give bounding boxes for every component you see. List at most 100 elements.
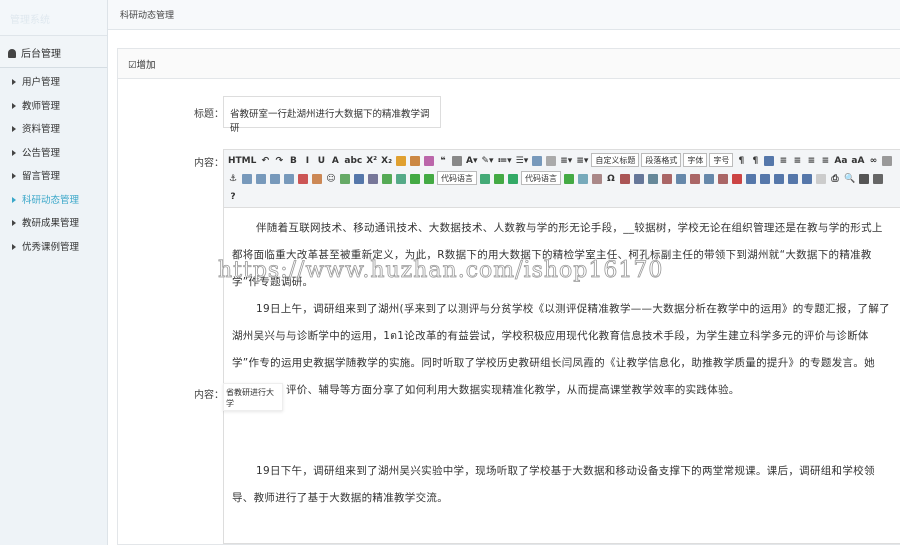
- format-match-icon[interactable]: [395, 152, 407, 169]
- image-float-none-icon[interactable]: [241, 170, 253, 187]
- cleardoc-icon[interactable]: [545, 152, 557, 169]
- justify-center-icon[interactable]: ≡: [791, 152, 803, 169]
- editor-body[interactable]: 伴随着互联网技术、移动通讯技术、大数据技术、人数教与学的形无论手段，__较据树，…: [224, 209, 900, 543]
- sidebar-item[interactable]: 优秀课例管理: [0, 236, 107, 260]
- customstyle-select[interactable]: 自定义标题: [591, 153, 640, 167]
- sidebar-item[interactable]: 公告管理: [0, 142, 107, 166]
- content-line: 19日下午，调研组来到了湖州吴兴实验中学，现场听取了学校基于大数据和移动设备支撑…: [256, 465, 875, 477]
- select-all-icon[interactable]: [531, 152, 543, 169]
- justify-left-icon[interactable]: ≡: [777, 152, 789, 169]
- ordered-list-icon[interactable]: ≔▾: [497, 152, 513, 169]
- code-language-select-2[interactable]: 代码语言: [521, 171, 561, 185]
- blockquote-icon[interactable]: ❝: [437, 152, 449, 169]
- subscript-icon[interactable]: X₂: [380, 152, 393, 169]
- map-icon[interactable]: [381, 170, 393, 187]
- print-icon[interactable]: ⎙: [829, 170, 841, 187]
- source-icon[interactable]: HTML: [227, 152, 257, 169]
- deletetable-icon[interactable]: [661, 170, 673, 187]
- image-left-icon[interactable]: [255, 170, 267, 187]
- insert-image-icon[interactable]: [297, 170, 309, 187]
- indent-icon[interactable]: [763, 152, 775, 169]
- clear-format-icon[interactable]: [409, 152, 421, 169]
- split-cols-icon[interactable]: [801, 170, 813, 187]
- rowspacing-bottom-icon[interactable]: ≡▾: [575, 152, 589, 169]
- sidebar-item[interactable]: 资料管理: [0, 118, 107, 142]
- sidebar-item[interactable]: 科研动态管理: [0, 189, 107, 213]
- sidebar-item[interactable]: 教研成果管理: [0, 212, 107, 236]
- scrawl-icon[interactable]: [339, 170, 351, 187]
- title-input[interactable]: 省教研室一行赴湖州进行大数据下的精准教学调研: [223, 96, 441, 134]
- template-icon[interactable]: [493, 170, 505, 187]
- search-replace-icon[interactable]: [858, 170, 870, 187]
- sidebar-item[interactable]: 用户管理: [0, 71, 107, 95]
- merge-right-icon[interactable]: [745, 170, 757, 187]
- code-language-select[interactable]: 代码语言: [437, 171, 477, 185]
- font-border-icon[interactable]: A: [329, 152, 341, 169]
- paragraph-select[interactable]: 段落格式: [641, 153, 682, 167]
- underline-icon[interactable]: U: [315, 152, 327, 169]
- superscript-icon[interactable]: X²: [365, 152, 378, 169]
- ltr-icon[interactable]: ¶: [735, 152, 747, 169]
- rowspacing-top-icon[interactable]: ≡▾: [559, 152, 573, 169]
- italic-icon[interactable]: I: [301, 152, 313, 169]
- autotypeset-icon[interactable]: [423, 152, 435, 169]
- redo-icon[interactable]: ↷: [273, 152, 285, 169]
- video-icon[interactable]: [353, 170, 365, 187]
- spechars-icon[interactable]: Ω: [605, 170, 617, 187]
- touppercase-icon[interactable]: Aa: [833, 152, 848, 169]
- merge-down-icon[interactable]: [759, 170, 771, 187]
- delete-row-icon[interactable]: [689, 170, 701, 187]
- image-right-icon[interactable]: [269, 170, 281, 187]
- date-icon[interactable]: [577, 170, 589, 187]
- paste-plain-icon[interactable]: [451, 152, 463, 169]
- code-icon[interactable]: [423, 170, 435, 187]
- attachment-icon[interactable]: [367, 170, 379, 187]
- inserttable-icon[interactable]: [647, 170, 659, 187]
- gmap-icon[interactable]: [395, 170, 407, 187]
- fontsize-select[interactable]: 字号: [709, 153, 734, 167]
- justify-full-icon[interactable]: ≡: [819, 152, 831, 169]
- help-icon[interactable]: ?: [227, 188, 239, 205]
- unordered-list-icon[interactable]: ☰▾: [515, 152, 530, 169]
- justify-right-icon[interactable]: ≡: [805, 152, 817, 169]
- forecolor-icon[interactable]: A▾: [465, 152, 478, 169]
- sidebar-section-header[interactable]: 后台管理: [0, 36, 107, 68]
- autocomplete-popup[interactable]: 省教研进行大学: [223, 383, 283, 411]
- link-icon[interactable]: ∞: [867, 152, 879, 169]
- wordimage-icon[interactable]: [619, 170, 631, 187]
- pagebreak-icon[interactable]: [479, 170, 491, 187]
- snapscreen-icon[interactable]: [633, 170, 645, 187]
- chart-icon[interactable]: [815, 170, 827, 187]
- content-line: 都将面临重大改革甚至被重新定义，为此，R数据下的用大数据下的精检学室主任、柯孔标…: [232, 249, 872, 261]
- delete-col-icon[interactable]: [717, 170, 729, 187]
- bold-icon[interactable]: B: [287, 152, 299, 169]
- rtl-icon[interactable]: ¶: [749, 152, 761, 169]
- horizontal-icon[interactable]: [563, 170, 575, 187]
- tolowercase-icon[interactable]: aA: [850, 152, 865, 169]
- select-all-icon-glyph: [532, 155, 543, 166]
- backcolor-icon[interactable]: ✎▾: [481, 152, 495, 169]
- insert-col-icon[interactable]: [703, 170, 715, 187]
- multi-image-icon[interactable]: [311, 170, 323, 187]
- split-cells-icon[interactable]: [773, 170, 785, 187]
- insert-row-icon[interactable]: [675, 170, 687, 187]
- gmap-icon-glyph: [396, 173, 406, 184]
- drafts-icon[interactable]: [872, 170, 884, 187]
- merge-cells-icon[interactable]: [731, 170, 743, 187]
- preview-icon[interactable]: 🔍: [843, 170, 856, 187]
- sidebar-item[interactable]: 留言管理: [0, 165, 107, 189]
- sidebar-item[interactable]: 教师管理: [0, 95, 107, 119]
- emotion-icon[interactable]: ☺: [325, 170, 337, 187]
- frame-icon[interactable]: [409, 170, 421, 187]
- editor-toolbar: HTML ↶ ↷ B I U Aabc X² X₂ ❝ A▾ ✎▾ ≔▾ ☰▾ ≡▾ ≡▾ 自定义标题 段落格式字…: [224, 150, 900, 208]
- time-icon[interactable]: [591, 170, 603, 187]
- split-rows-icon[interactable]: [787, 170, 799, 187]
- undo-icon[interactable]: ↶: [259, 152, 271, 169]
- unlink-icon[interactable]: [881, 152, 893, 169]
- background-icon[interactable]: [507, 170, 519, 187]
- image-center-icon[interactable]: [283, 170, 295, 187]
- horizontal-icon-glyph: [564, 173, 574, 184]
- anchor-icon[interactable]: ⚓: [227, 170, 239, 187]
- fontfamily-select[interactable]: 字体: [683, 153, 708, 167]
- strikethrough-icon[interactable]: abc: [343, 152, 363, 169]
